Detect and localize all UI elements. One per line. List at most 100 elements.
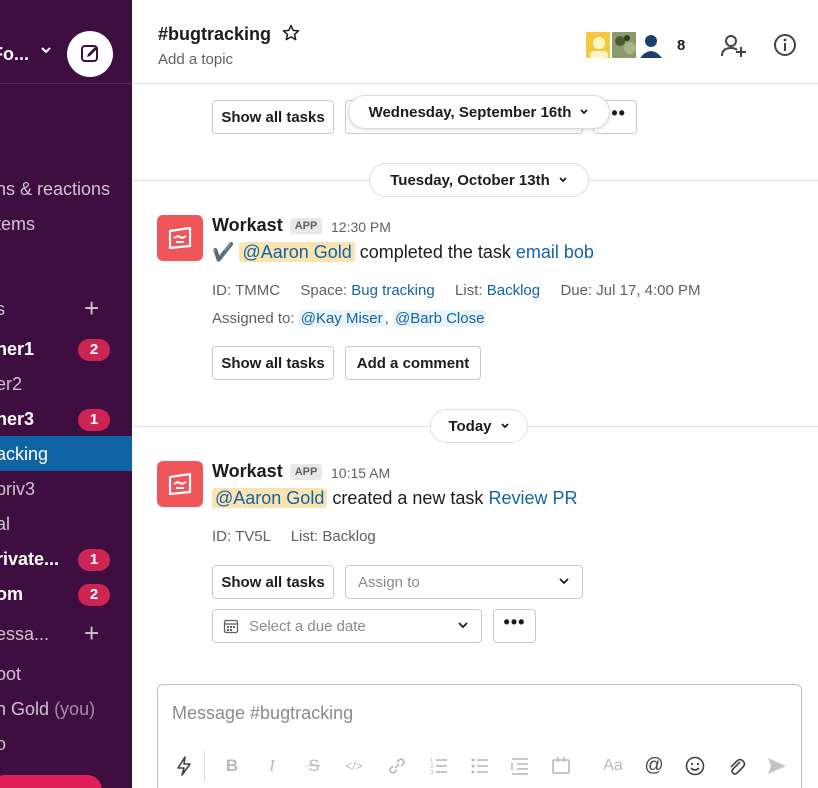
info-icon[interactable] — [770, 30, 800, 60]
timestamp[interactable]: 10:15 AM — [331, 465, 390, 481]
code-block-icon[interactable] — [550, 755, 572, 777]
message-composer[interactable]: Message #bugtracking B I S </> 123 Aa @ — [157, 684, 802, 788]
meta-label: Due: — [560, 282, 593, 299]
task-link[interactable]: Review PR — [488, 488, 577, 508]
sidebar-item-saved[interactable]: tems — [0, 208, 132, 242]
chevron-down-icon[interactable] — [40, 44, 52, 59]
chevron-down-icon — [580, 109, 589, 115]
meta-label: List: — [455, 282, 483, 299]
lightning-icon[interactable] — [173, 755, 195, 777]
sidebar-section-channels[interactable]: s + — [0, 293, 132, 327]
sidebar-item-priv3[interactable]: priv3 — [0, 473, 132, 507]
add-comment-button[interactable]: Add a comment — [345, 346, 481, 380]
show-all-tasks-button[interactable]: Show all tasks — [212, 565, 334, 599]
date-divider[interactable]: Today — [430, 409, 528, 443]
chevron-down-icon — [458, 622, 468, 629]
add-dm-icon[interactable]: + — [84, 618, 99, 648]
indent-icon[interactable] — [509, 755, 531, 777]
meta-label: Space: — [300, 282, 348, 299]
date-divider-float[interactable]: Wednesday, September 16th — [348, 95, 610, 129]
workast-avatar[interactable] — [157, 215, 203, 261]
message-body: created a new task — [332, 488, 484, 508]
sidebar-item-private[interactable]: rivate... 1 — [0, 543, 132, 577]
sender-name[interactable]: Workast — [212, 461, 283, 482]
date-label: Tuesday, October 13th — [390, 171, 550, 189]
timestamp[interactable]: 12:30 PM — [331, 219, 391, 235]
message-body: completed the task — [359, 242, 511, 262]
sidebar-cta-button[interactable] — [0, 775, 102, 788]
workspace-name[interactable]: Fo... — [0, 44, 29, 65]
avatar — [636, 30, 666, 60]
text-format-icon[interactable]: Aa — [602, 755, 624, 777]
unread-badge: 2 — [78, 584, 110, 606]
task-meta: ID: TMMC Space: Bug tracking List: Backl… — [212, 282, 701, 299]
sender-name[interactable]: Workast — [212, 215, 283, 236]
link-icon[interactable] — [386, 755, 408, 777]
message-list[interactable]: Show all tasks ••• Wednesday, September … — [132, 85, 818, 675]
sidebar-section-dms[interactable]: essa... + — [0, 618, 132, 652]
sidebar-item-threads[interactable]: ns & reactions — [0, 173, 132, 207]
sidebar-item-channel1[interactable]: ner1 2 — [0, 333, 132, 367]
bullet-list-icon[interactable] — [469, 755, 491, 777]
show-all-tasks-button[interactable]: Show all tasks — [212, 100, 334, 134]
add-person-icon[interactable] — [719, 30, 749, 60]
meta-label: ID: — [212, 282, 232, 299]
sidebar-item-label: o — [0, 734, 7, 754]
sidebar-item-dm[interactable]: o — [0, 728, 132, 762]
space-link[interactable]: Bug tracking — [351, 282, 434, 299]
member-count[interactable]: 8 — [677, 37, 685, 54]
meta-label: ID: — [212, 528, 232, 545]
add-topic-link[interactable]: Add a topic — [158, 51, 233, 68]
compose-button[interactable] — [67, 31, 113, 77]
star-icon[interactable] — [282, 24, 300, 42]
sidebar-item-general[interactable]: al — [0, 508, 132, 542]
italic-icon[interactable]: I — [261, 755, 283, 777]
date-divider[interactable]: Tuesday, October 13th — [369, 163, 589, 197]
sidebar-item-channel2[interactable]: er2 — [0, 368, 132, 402]
code-icon[interactable]: </> — [343, 755, 365, 777]
task-meta: ID: TV5L List: Backlog — [212, 528, 376, 545]
meta-label: Assigned to: — [212, 310, 295, 327]
message-text: @Aaron Gold created a new task Review PR — [212, 488, 577, 509]
workspace-header[interactable]: Fo... — [0, 8, 132, 84]
channel-title[interactable]: #bugtracking — [158, 24, 271, 45]
you-label: (you) — [54, 699, 96, 719]
sidebar-item-bugtracking[interactable]: acking — [0, 436, 132, 471]
sidebar-item-label: er2 — [0, 374, 23, 394]
mention-icon[interactable]: @ — [643, 755, 665, 777]
unread-badge: 2 — [78, 339, 110, 361]
emoji-icon[interactable] — [684, 755, 706, 777]
unread-badge: 1 — [78, 409, 110, 431]
sidebar-item-random[interactable]: om 2 — [0, 578, 132, 612]
date-label: Today — [448, 417, 492, 435]
sidebar-item-slackbot[interactable]: oot — [0, 658, 132, 692]
list-link[interactable]: Backlog — [487, 282, 540, 299]
show-all-tasks-button[interactable]: Show all tasks — [212, 346, 334, 380]
send-icon[interactable] — [766, 755, 788, 777]
workast-logo-icon — [168, 226, 192, 250]
ordered-list-icon[interactable]: 123 — [428, 755, 450, 777]
sidebar-item-self-dm[interactable]: n Gold (you) — [0, 693, 132, 727]
user-mention[interactable]: @Aaron Gold — [239, 242, 355, 262]
attach-icon[interactable] — [725, 755, 747, 777]
sidebar-item-channel3[interactable]: ner3 1 — [0, 403, 132, 437]
due-date-select[interactable]: Select a due date — [212, 609, 482, 643]
composer-input[interactable]: Message #bugtracking — [172, 703, 353, 724]
workast-logo-icon — [168, 472, 192, 496]
assign-to-select[interactable]: Assign to — [345, 565, 583, 599]
select-placeholder: Select a due date — [249, 617, 366, 635]
add-channel-icon[interactable]: + — [84, 293, 99, 323]
task-assignees: Assigned to: @Kay Miser, @Barb Close — [212, 310, 487, 327]
strike-icon[interactable]: S — [303, 755, 325, 777]
sidebar-item-label: s — [0, 299, 5, 319]
member-avatars[interactable] — [584, 30, 666, 60]
task-link[interactable]: email bob — [516, 242, 594, 262]
bold-icon[interactable]: B — [221, 755, 243, 777]
user-mention[interactable]: @Kay Miser — [298, 310, 385, 327]
user-mention[interactable]: @Aaron Gold — [212, 488, 328, 508]
user-mention[interactable]: @Barb Close — [393, 310, 487, 327]
workast-avatar[interactable] — [157, 461, 203, 507]
sidebar-item-label: ns & reactions — [0, 179, 111, 199]
more-actions-button[interactable]: ••• — [493, 609, 536, 643]
sidebar-item-label: al — [0, 514, 11, 534]
